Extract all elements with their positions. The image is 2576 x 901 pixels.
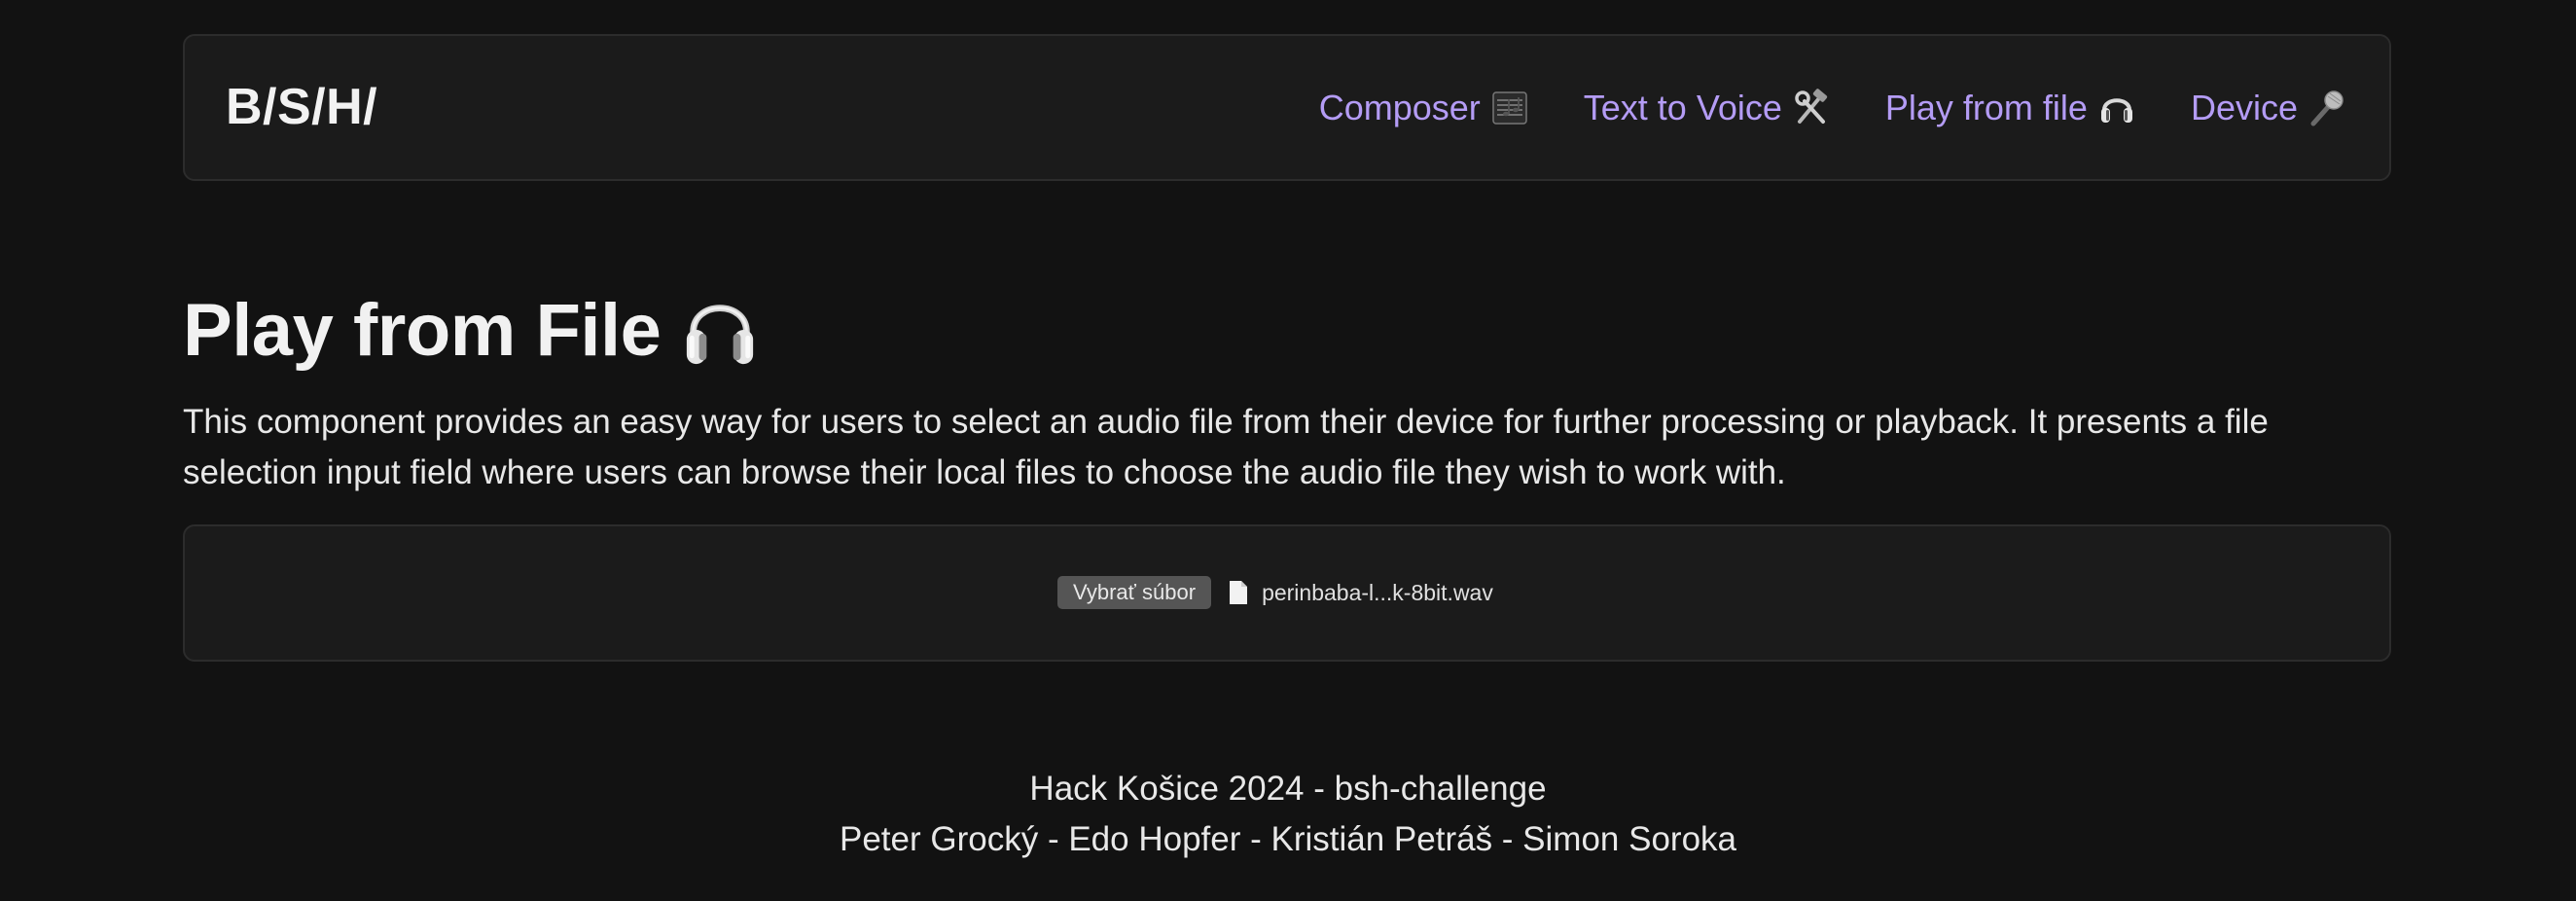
headphones-icon [687,305,754,365]
page-title: Play from File [183,289,662,372]
nav-link-label: Composer [1318,88,1481,127]
nav-link-composer[interactable]: Composer [1319,83,1529,133]
footer-event-line: Hack Košice 2024 - bsh-challenge [1029,770,1547,808]
nav-link-play-from-file[interactable]: Play from file [1885,83,2136,133]
nav-link-text-to-voice[interactable]: Text to Voice [1584,83,1831,133]
nav-link-label: Text to Voice [1583,88,1782,127]
main-nav: Composer Text to Voice Play from file De… [1319,83,2346,133]
nav-link-device[interactable]: Device [2191,83,2346,133]
footer-team-line: Peter Grocký - Edo Hopfer - Kristián Pet… [840,820,1736,858]
file-picker-panel: Vybrať súbor perinbaba-l...k-8bit.wav [183,524,2391,662]
footer: Hack Košice 2024 - bsh-challenge Peter G… [0,764,2576,865]
page-title-row: Play from File [183,284,758,378]
document-icon [1230,581,1248,604]
hammer-wrench-icon [1795,89,1828,124]
music-sheet-icon [1492,91,1527,125]
file-input[interactable]: Vybrať súbor perinbaba-l...k-8bit.wav [1057,576,1493,609]
nav-link-label: Play from file [1884,88,2088,127]
brand-logo-text[interactable]: B/S/H/ [226,75,377,139]
nav-link-label: Device [2190,88,2298,127]
page-description: This component provides an easy way for … [183,403,2269,491]
microphone-icon [2310,90,2343,126]
top-nav-bar: B/S/H/ Composer Text to Voice Play from … [183,34,2391,181]
selected-file-name: perinbaba-l...k-8bit.wav [1262,580,1493,605]
headphones-icon [2100,98,2132,123]
choose-file-button[interactable]: Vybrať súbor [1057,576,1212,609]
